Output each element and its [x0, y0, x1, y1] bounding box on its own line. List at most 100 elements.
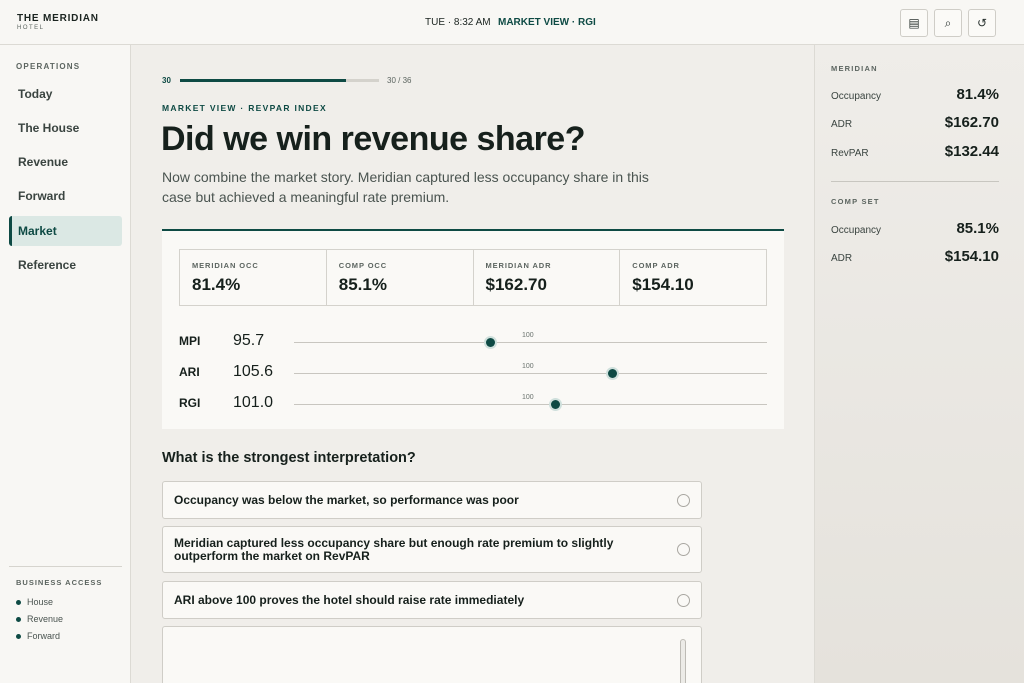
comp-set-heading: COMP SET: [831, 197, 880, 206]
answer-option-2[interactable]: Meridian captured less occupancy share b…: [162, 526, 702, 573]
stat-label: Occupancy: [831, 91, 882, 102]
stat-value: $162.70: [944, 114, 999, 131]
metric-label: MERIDIAN OCC: [192, 261, 259, 270]
bullet-icon: [16, 599, 21, 605]
option-text: ARI above 100 proves the hotel should ra…: [174, 593, 525, 607]
meridian-revpar-row: RevPAR $132.44: [831, 143, 999, 163]
section-eyebrow: MARKET VIEW · REVPAR INDEX: [162, 103, 327, 113]
meridian-adr-row: ADR $162.70: [831, 114, 999, 134]
access-item-forward[interactable]: Forward: [16, 631, 60, 641]
index-marker: [551, 400, 561, 409]
index-row-rgi: RGI 101.0 100: [179, 393, 767, 413]
progress-fill: [180, 79, 346, 82]
index-value: 105.6: [233, 363, 274, 380]
sidebar-divider: [9, 566, 122, 567]
intro-text: Now combine the market story. Meridian c…: [162, 169, 649, 205]
sidebar-heading: OPERATIONS: [16, 62, 81, 71]
progress-count: 30 / 36: [387, 76, 412, 85]
sidebar-item-market[interactable]: Market: [9, 216, 122, 246]
header-time: TUE · 8:32 AM: [425, 17, 491, 28]
main-content: 30 30 / 36 MARKET VIEW · REVPAR INDEX Di…: [131, 45, 814, 683]
stat-value: 85.1%: [956, 220, 999, 237]
access-item-revenue[interactable]: Revenue: [16, 614, 63, 624]
answer-option-1[interactable]: Occupancy was below the market, so perfo…: [162, 481, 702, 519]
index-value: 95.7: [233, 332, 265, 349]
search-icon: ⌕: [944, 15, 952, 30]
access-item-label: Forward: [27, 631, 61, 641]
radio-button[interactable]: [677, 543, 690, 556]
access-item-house[interactable]: House: [16, 597, 53, 607]
metric-value: 85.1%: [338, 275, 387, 294]
index-reference-label: 100: [520, 332, 536, 339]
index-marker: [607, 369, 617, 378]
index-marker: [486, 338, 496, 347]
index-row-mpi: MPI 95.7 100: [179, 331, 767, 351]
stat-label: ADR: [831, 119, 853, 130]
stat-value: 81.4%: [956, 86, 999, 103]
index-row-ari: ARI 105.6 100: [179, 362, 767, 382]
index-label: RGI: [179, 396, 201, 410]
page-title: Did we win revenue share?: [161, 120, 585, 158]
access-item-label: Revenue: [27, 614, 64, 624]
metric-value: $154.10: [632, 275, 694, 294]
radio-button[interactable]: [677, 494, 690, 507]
stat-label: Occupancy: [831, 225, 882, 236]
top-bar: THE MERIDIAN HOTEL TUE · 8:32 AM MARKET …: [0, 0, 1024, 45]
stat-label: RevPAR: [831, 148, 869, 159]
sidebar-item-forward[interactable]: Forward: [9, 181, 122, 211]
metric-meridian-occ: MERIDIAN OCC 81.4%: [180, 250, 327, 305]
market-card: MERIDIAN OCC 81.4% COMP OCC 85.1% MERIDI…: [162, 229, 784, 429]
summary-panel: MERIDIAN Occupancy 81.4% ADR $162.70 Rev…: [814, 45, 1024, 683]
option-text: Meridian captured less occupancy share b…: [174, 536, 614, 563]
stat-value: $154.10: [944, 248, 999, 265]
index-reference-label: 100: [520, 394, 536, 401]
document-icon: ▤: [908, 16, 920, 30]
response-textarea[interactable]: [162, 626, 702, 683]
index-scale-line: [294, 404, 767, 405]
header-view-label: MARKET VIEW · RGI: [498, 17, 596, 28]
comp-occupancy-row: Occupancy 85.1%: [831, 220, 999, 240]
bullet-icon: [16, 616, 21, 622]
metrics-table: MERIDIAN OCC 81.4% COMP OCC 85.1% MERIDI…: [179, 249, 767, 306]
brand-subtitle: HOTEL: [17, 25, 45, 31]
comp-adr-row: ADR $154.10: [831, 248, 999, 268]
option-text: Occupancy was below the market, so perfo…: [174, 493, 519, 507]
meridian-occupancy-row: Occupancy 81.4%: [831, 86, 999, 106]
stat-value: $132.44: [944, 143, 999, 160]
meridian-heading: MERIDIAN: [831, 64, 878, 73]
metric-value: 81.4%: [192, 275, 241, 294]
metric-value: $162.70: [485, 275, 547, 294]
progress-current: 30: [162, 76, 171, 85]
radio-button[interactable]: [677, 594, 690, 607]
panel-divider: [831, 181, 999, 182]
index-scale-line: [294, 373, 767, 374]
sidebar-item-the-house[interactable]: The House: [9, 113, 122, 143]
metric-label: MERIDIAN ADR: [485, 261, 552, 270]
search-button[interactable]: ⌕: [934, 9, 962, 37]
metric-label: COMP OCC: [338, 261, 388, 270]
business-access-heading: BUSINESS ACCESS: [16, 578, 103, 587]
question-heading: What is the strongest interpretation?: [162, 450, 416, 466]
sidebar: OPERATIONS Today The House Revenue Forwa…: [0, 45, 131, 683]
sidebar-item-revenue[interactable]: Revenue: [9, 147, 122, 177]
brand-name: THE MERIDIAN: [17, 13, 99, 24]
refresh-icon: ↺: [976, 16, 988, 30]
progress-bar: [180, 79, 379, 82]
stat-label: ADR: [831, 253, 853, 264]
document-button[interactable]: ▤: [900, 9, 928, 37]
metric-label: COMP ADR: [632, 261, 680, 270]
metric-comp-adr: COMP ADR $154.10: [620, 250, 766, 305]
index-scale-line: [294, 342, 767, 343]
sidebar-item-reference[interactable]: Reference: [9, 250, 122, 280]
index-label: MPI: [179, 334, 201, 348]
answer-option-3[interactable]: ARI above 100 proves the hotel should ra…: [162, 581, 702, 619]
metric-meridian-adr: MERIDIAN ADR $162.70: [474, 250, 621, 305]
metric-comp-occ: COMP OCC 85.1%: [327, 250, 474, 305]
index-label: ARI: [179, 365, 200, 379]
textarea-scrollbar[interactable]: [680, 639, 686, 683]
index-value: 101.0: [233, 394, 274, 411]
sidebar-item-today[interactable]: Today: [9, 79, 122, 109]
access-item-label: House: [27, 597, 54, 607]
refresh-button[interactable]: ↺: [968, 9, 996, 37]
index-reference-label: 100: [520, 363, 536, 370]
